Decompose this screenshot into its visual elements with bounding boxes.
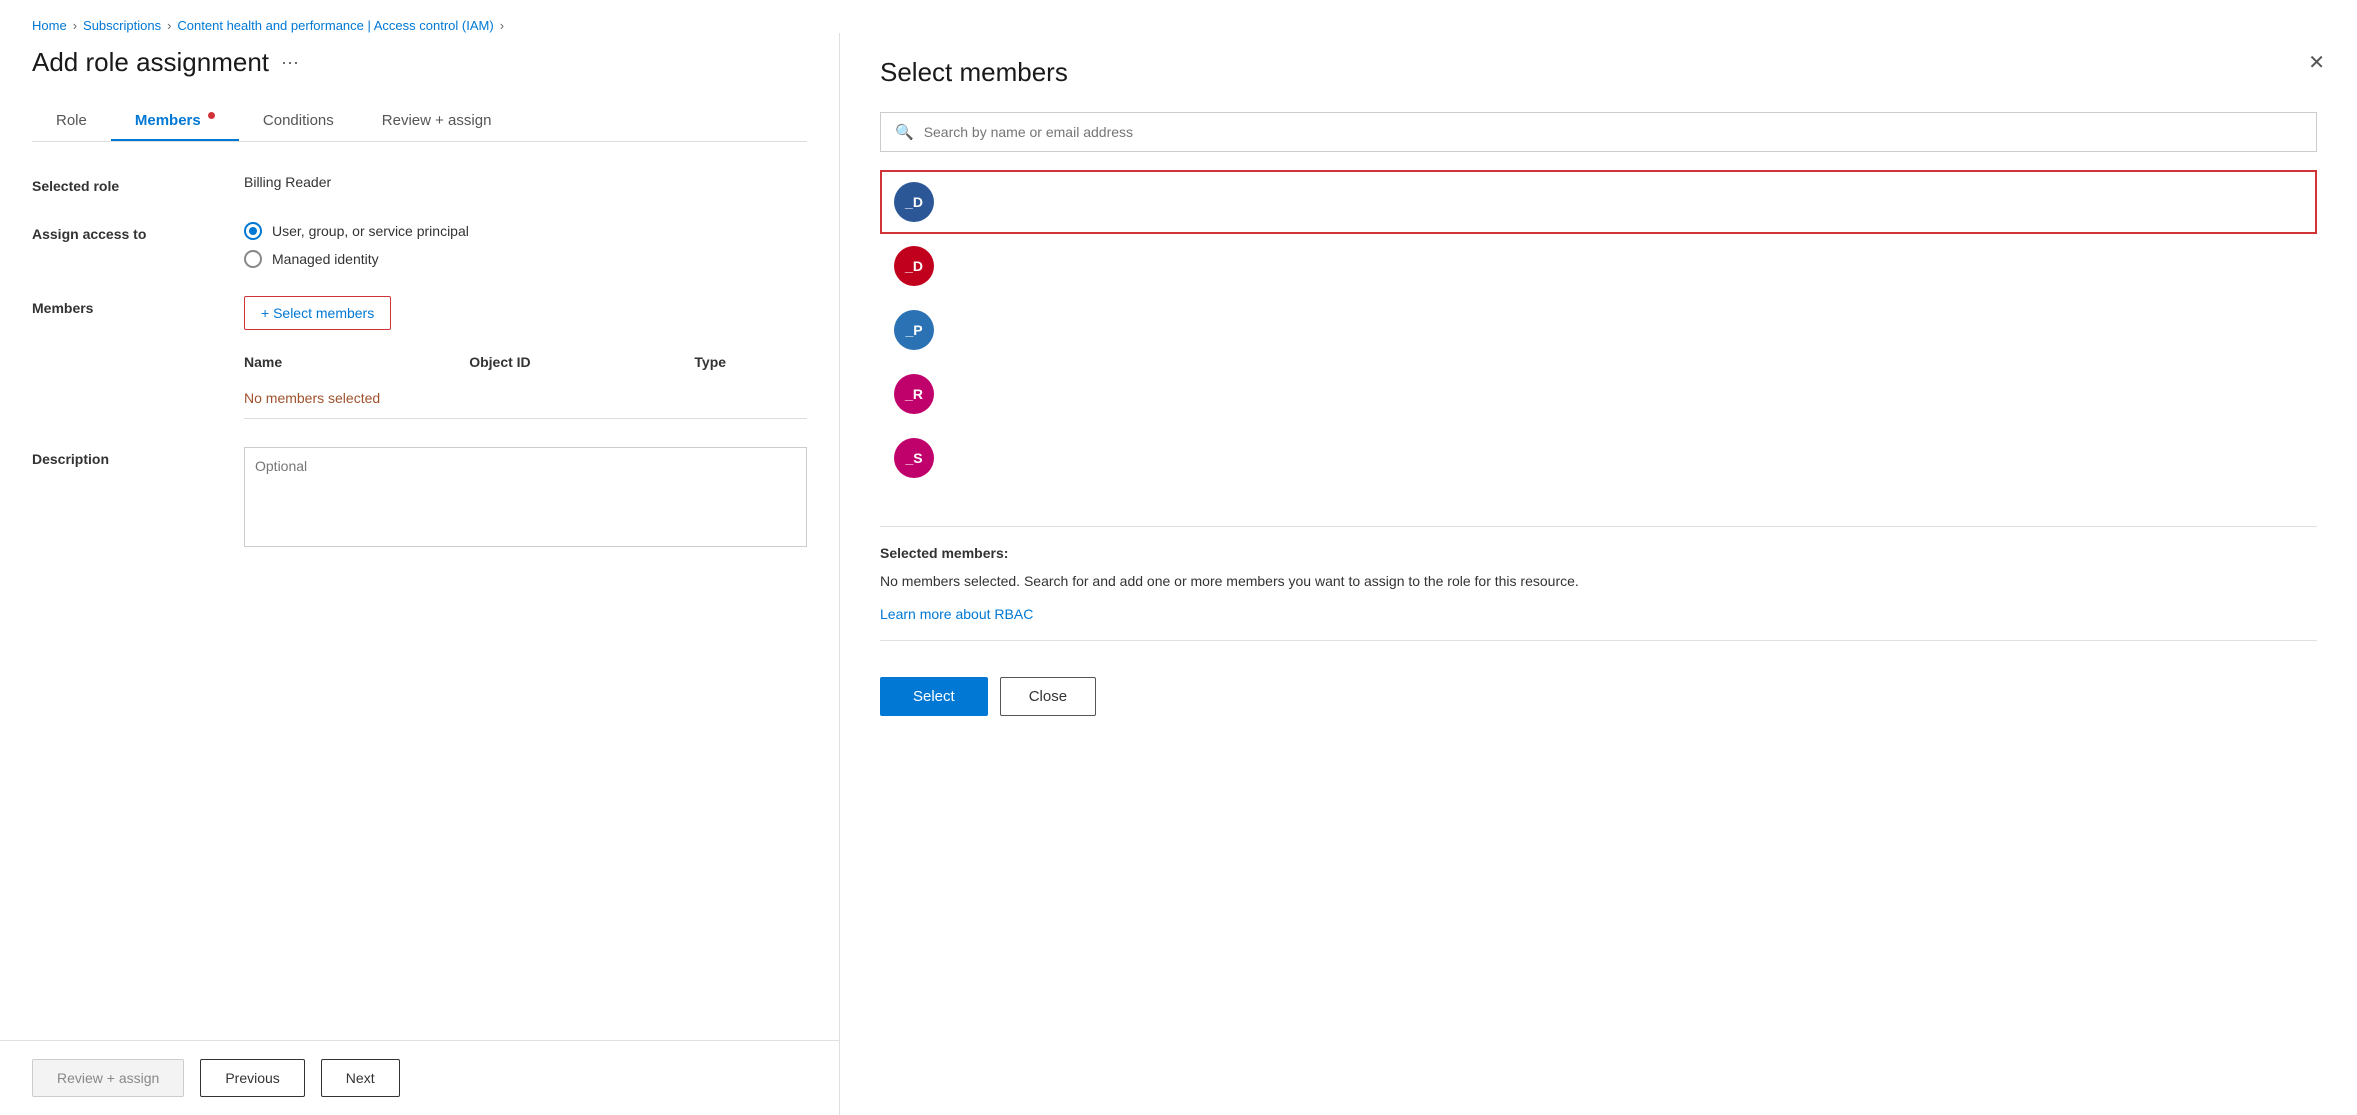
avatar-item-4[interactable]: _S: [880, 426, 2317, 490]
avatar-item-3[interactable]: _R: [880, 362, 2317, 426]
search-box: 🔍: [880, 112, 2317, 152]
action-buttons: Select Close: [880, 677, 2317, 716]
divider-2: [880, 640, 2317, 641]
members-table: Name Object ID Type No members selected: [244, 346, 807, 419]
search-input[interactable]: [924, 124, 2302, 140]
radio-user-group-circle: [244, 222, 262, 240]
col-header-type: Type: [694, 354, 807, 370]
description-textarea[interactable]: [244, 447, 807, 547]
radio-managed-identity-label: Managed identity: [272, 251, 379, 267]
breadcrumb: Home › Subscriptions › Content health an…: [0, 0, 2357, 33]
breadcrumb-home[interactable]: Home: [32, 18, 67, 33]
members-empty-state: No members selected: [244, 378, 807, 419]
avatar-item-1[interactable]: _D: [880, 234, 2317, 298]
col-header-objectid: Object ID: [469, 354, 694, 370]
select-members-button[interactable]: + Select members: [244, 296, 391, 330]
radio-user-group[interactable]: User, group, or service principal: [244, 222, 807, 240]
assign-access-label: Assign access to: [32, 222, 212, 242]
col-header-name: Name: [244, 354, 469, 370]
avatar-circle-3: _R: [894, 374, 934, 414]
description-label: Description: [32, 447, 212, 467]
selected-role-label: Selected role: [32, 174, 212, 194]
radio-managed-identity-circle: [244, 250, 262, 268]
radio-managed-identity[interactable]: Managed identity: [244, 250, 807, 268]
page-title: Add role assignment ···: [32, 47, 807, 78]
tabs: Role Members Conditions Review + assign: [32, 102, 807, 142]
selected-role-value: Billing Reader: [244, 174, 807, 190]
members-dot: [208, 112, 215, 119]
left-panel: Add role assignment ··· Role Members Con…: [0, 33, 840, 1115]
tab-conditions[interactable]: Conditions: [239, 102, 358, 141]
divider: [880, 526, 2317, 527]
close-icon[interactable]: ✕: [2308, 53, 2325, 73]
tab-role[interactable]: Role: [32, 102, 111, 141]
select-button[interactable]: Select: [880, 677, 988, 716]
radio-user-group-label: User, group, or service principal: [272, 223, 469, 239]
right-panel: ✕ Select members 🔍 _D _D _P _R _S Selected m…: [840, 33, 2357, 1115]
bottom-bar: Review + assign Previous Next: [0, 1040, 839, 1115]
selected-role-row: Selected role Billing Reader: [32, 174, 807, 194]
avatar-circle-2: _P: [894, 310, 934, 350]
no-members-text: No members selected. Search for and add …: [880, 571, 2317, 592]
tab-members[interactable]: Members: [111, 102, 239, 141]
members-row: Members + Select members Name Object ID …: [32, 296, 807, 419]
review-assign-button: Review + assign: [32, 1059, 184, 1097]
avatar-circle-0: _D: [894, 182, 934, 222]
avatar-item-2[interactable]: _P: [880, 298, 2317, 362]
tab-review-assign[interactable]: Review + assign: [358, 102, 516, 141]
panel-title: Select members: [880, 57, 2317, 88]
breadcrumb-access-control[interactable]: Content health and performance | Access …: [177, 18, 493, 33]
ellipsis-menu[interactable]: ···: [281, 52, 299, 73]
next-button[interactable]: Next: [321, 1059, 400, 1097]
avatar-item-0[interactable]: _D: [880, 170, 2317, 234]
avatar-list: _D _D _P _R _S: [880, 170, 2317, 490]
previous-button[interactable]: Previous: [200, 1059, 304, 1097]
avatar-circle-1: _D: [894, 246, 934, 286]
avatar-circle-4: _S: [894, 438, 934, 478]
search-icon: 🔍: [895, 123, 914, 141]
assign-access-row: Assign access to User, group, or service…: [32, 222, 807, 268]
close-button[interactable]: Close: [1000, 677, 1096, 716]
breadcrumb-subscriptions[interactable]: Subscriptions: [83, 18, 161, 33]
learn-more-rbac-link[interactable]: Learn more about RBAC: [880, 606, 2317, 622]
description-row: Description: [32, 447, 807, 550]
assign-access-radio-group: User, group, or service principal Manage…: [244, 222, 807, 268]
members-label: Members: [32, 296, 212, 316]
selected-members-label: Selected members:: [880, 545, 2317, 561]
